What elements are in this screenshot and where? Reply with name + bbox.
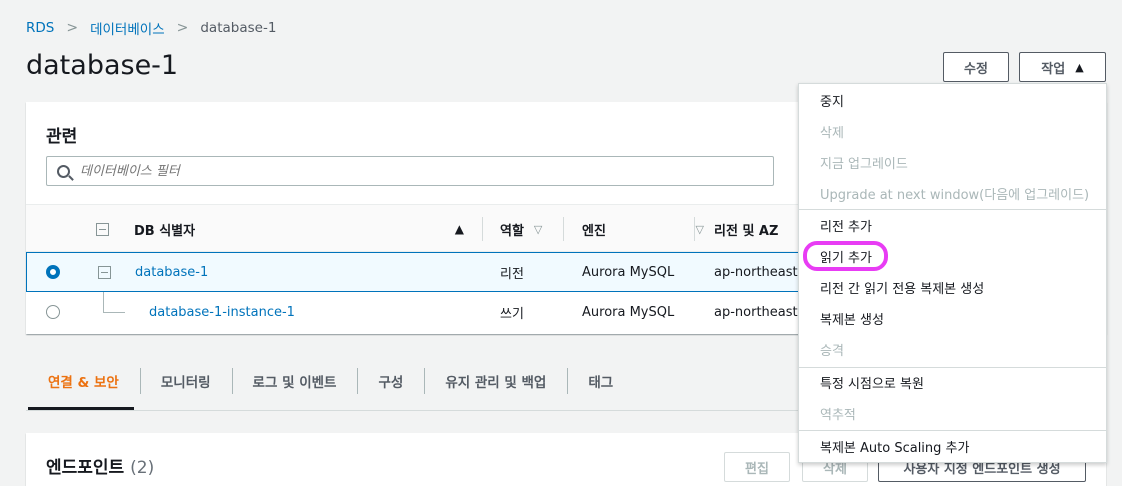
- column-divider: [694, 217, 695, 241]
- modify-button[interactable]: 수정: [943, 52, 1009, 82]
- chevron-right-icon: >: [66, 20, 79, 36]
- menu-item-add-replica-auto-scaling[interactable]: 복제본 Auto Scaling 추가: [799, 432, 1106, 460]
- column-divider: [563, 217, 564, 241]
- row-radio-selected[interactable]: [46, 265, 60, 279]
- menu-item-delete[interactable]: 삭제: [799, 117, 1106, 145]
- actions-menu: 중지 삭제 지금 업그레이드 Upgrade at next window(다음…: [798, 83, 1107, 463]
- tab-logs-events[interactable]: 로그 및 이벤트: [231, 362, 358, 400]
- breadcrumb: RDS > 데이터베이스 > database-1: [26, 18, 276, 38]
- menu-item-restore-point-in-time[interactable]: 특정 시점으로 복원: [799, 368, 1106, 396]
- menu-item-upgrade-now[interactable]: 지금 업그레이드: [799, 148, 1106, 176]
- menu-item-create-cross-region-replica[interactable]: 리전 간 읽기 전용 복제본 생성: [799, 273, 1106, 301]
- search-icon: [57, 164, 70, 178]
- page-title: database-1: [26, 50, 179, 81]
- menu-item-stop[interactable]: 중지: [799, 86, 1106, 114]
- tree-connector: [103, 312, 125, 313]
- menu-item-create-clone[interactable]: 복제본 생성: [799, 304, 1106, 332]
- menu-divider: [799, 430, 1106, 431]
- tree-connector: [103, 292, 104, 312]
- menu-item-promote[interactable]: 승격: [799, 335, 1106, 363]
- column-identifier[interactable]: DB 식별자 ▲: [134, 205, 464, 253]
- tab-connectivity-security[interactable]: 연결 & 보안: [28, 362, 140, 400]
- row-radio[interactable]: [46, 305, 60, 319]
- tab-maintenance-backups[interactable]: 유지 관리 및 백업: [424, 362, 567, 400]
- database-filter[interactable]: [46, 156, 774, 186]
- tab-configuration[interactable]: 구성: [357, 362, 424, 400]
- sort-ascending-icon: ▲: [454, 222, 464, 236]
- edit-endpoint-button[interactable]: 편집: [724, 452, 790, 482]
- endpoints-count: (2): [130, 458, 155, 478]
- row-region-az: ap-northeast-: [714, 264, 803, 280]
- menu-item-add-reader[interactable]: 읽기 추가: [799, 242, 1106, 270]
- related-title: 관련: [46, 127, 78, 147]
- menu-item-add-region[interactable]: 리전 추가: [799, 211, 1106, 239]
- row-identifier-link[interactable]: database-1: [135, 253, 208, 291]
- column-identifier-label: DB 식별자: [134, 223, 196, 239]
- column-region-az[interactable]: 리전 및 AZ: [714, 205, 778, 253]
- sort-icon: ▽: [533, 222, 543, 236]
- database-filter-input[interactable]: [80, 163, 720, 179]
- breadcrumb-rds[interactable]: RDS: [26, 20, 54, 36]
- tab-tags[interactable]: 태그: [567, 362, 634, 400]
- tab-monitoring[interactable]: 모니터링: [139, 362, 232, 400]
- row-engine: Aurora MySQL: [582, 304, 675, 320]
- chevron-right-icon: >: [176, 20, 189, 36]
- endpoints-title-label: 엔드포인트: [46, 458, 125, 478]
- column-divider: [482, 217, 483, 241]
- column-engine[interactable]: 엔진 ▽: [582, 205, 704, 253]
- row-role: 쓰기: [500, 306, 524, 322]
- breadcrumb-current: database-1: [200, 20, 277, 36]
- actions-button[interactable]: 작업 ▲: [1019, 52, 1106, 82]
- caret-up-icon: ▲: [1075, 60, 1084, 74]
- column-role-label: 역할: [500, 223, 524, 239]
- sort-icon: ▽: [695, 222, 704, 236]
- column-region-az-label: 리전 및 AZ: [714, 223, 779, 239]
- actions-button-label: 작업: [1041, 61, 1066, 77]
- menu-item-backtrack[interactable]: 역추적: [799, 399, 1106, 427]
- menu-divider: [799, 209, 1106, 210]
- menu-item-upgrade-next-window[interactable]: Upgrade at next window(다음에 업그레이드): [799, 179, 1106, 207]
- row-engine: Aurora MySQL: [582, 264, 675, 280]
- column-role[interactable]: 역할 ▽: [500, 205, 568, 253]
- breadcrumb-databases[interactable]: 데이터베이스: [90, 18, 165, 38]
- collapse-icon[interactable]: [98, 265, 111, 279]
- row-region-az: ap-northeast-: [714, 304, 803, 320]
- row-role: 리전: [500, 266, 524, 282]
- endpoints-title: 엔드포인트 (2): [46, 453, 154, 478]
- row-identifier-link[interactable]: database-1-instance-1: [149, 292, 295, 332]
- column-engine-label: 엔진: [582, 223, 606, 239]
- collapse-all-toggle[interactable]: [96, 205, 109, 253]
- detail-tabs: 연결 & 보안 모니터링 로그 및 이벤트 구성 유지 관리 및 백업 태그: [28, 362, 634, 411]
- collapse-icon: [96, 222, 109, 236]
